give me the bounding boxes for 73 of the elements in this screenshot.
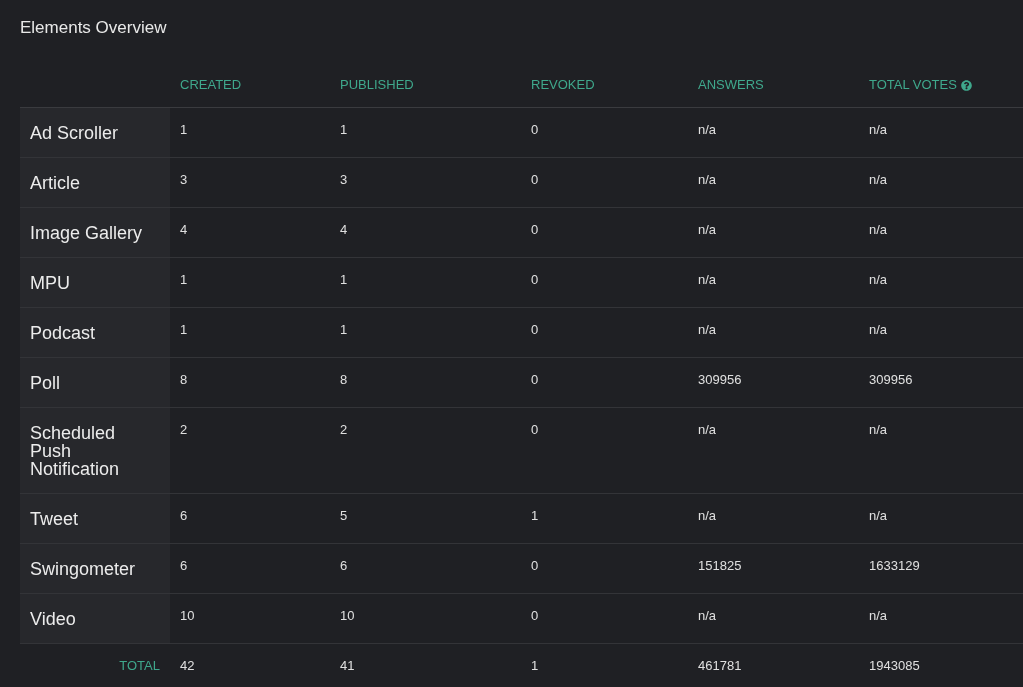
page-title: Elements Overview	[20, 17, 168, 39]
row-label: Article	[20, 157, 170, 208]
total-cell: 1	[521, 643, 688, 687]
table-cell: 8	[170, 357, 330, 408]
table-cell: n/a	[859, 593, 1023, 644]
table-cell: 2	[330, 407, 521, 494]
table-cell: 4	[170, 207, 330, 258]
table-cell: 1	[330, 307, 521, 358]
table-cell: n/a	[859, 407, 1023, 494]
table-cell: 0	[521, 407, 688, 494]
table-cell: n/a	[859, 307, 1023, 358]
table-cell: 0	[521, 593, 688, 644]
row-label: MPU	[20, 257, 170, 308]
table-cell: 0	[521, 357, 688, 408]
table-cell: n/a	[688, 207, 859, 258]
column-header: ANSWERS	[688, 76, 859, 108]
table-cell: n/a	[859, 107, 1023, 158]
table-cell: 309956	[688, 357, 859, 408]
table-cell: n/a	[688, 257, 859, 308]
row-label: Ad Scroller	[20, 107, 170, 158]
table-cell: n/a	[859, 493, 1023, 544]
row-label: Scheduled Push Notification	[20, 407, 170, 494]
row-label: Podcast	[20, 307, 170, 358]
table-cell: 6	[170, 493, 330, 544]
table-cell: n/a	[859, 157, 1023, 208]
table-cell: 5	[330, 493, 521, 544]
table-cell: 0	[521, 207, 688, 258]
total-cell: 1943085	[859, 643, 1023, 687]
total-cell: 42	[170, 643, 330, 687]
column-header: PUBLISHED	[330, 76, 521, 108]
table-cell: 0	[521, 257, 688, 308]
table-cell: 10	[330, 593, 521, 644]
table-cell: 1	[170, 257, 330, 308]
total-label: TOTAL	[20, 643, 170, 687]
table-cell: 1	[521, 493, 688, 544]
table-cell: n/a	[688, 107, 859, 158]
table-cell: 3	[170, 157, 330, 208]
table-cell: 8	[330, 357, 521, 408]
help-icon[interactable]	[960, 79, 972, 91]
table-cell: n/a	[859, 257, 1023, 308]
total-cell: 41	[330, 643, 521, 687]
row-label: Swingometer	[20, 543, 170, 594]
table-cell: 151825	[688, 543, 859, 594]
table-cell: 309956	[859, 357, 1023, 408]
table-cell: n/a	[688, 493, 859, 544]
table-cell: 3	[330, 157, 521, 208]
table-cell: 6	[170, 543, 330, 594]
table-cell: 0	[521, 307, 688, 358]
table-cell: 0	[521, 543, 688, 594]
table-cell: n/a	[688, 593, 859, 644]
column-header: TOTAL VOTES	[859, 76, 1023, 108]
table-cell: 1633129	[859, 543, 1023, 594]
table-cell: n/a	[859, 207, 1023, 258]
table-cell: n/a	[688, 307, 859, 358]
table-cell: 0	[521, 157, 688, 208]
table-cell: 1	[330, 107, 521, 158]
table-cell: 2	[170, 407, 330, 494]
table-cell: 4	[330, 207, 521, 258]
table-cell: n/a	[688, 407, 859, 494]
table-cell: 1	[330, 257, 521, 308]
column-header: REVOKED	[521, 76, 688, 108]
table-cell: 10	[170, 593, 330, 644]
row-label: Poll	[20, 357, 170, 408]
total-cell: 461781	[688, 643, 859, 687]
table-cell: 1	[170, 107, 330, 158]
table-cell: 6	[330, 543, 521, 594]
table-cell: 1	[170, 307, 330, 358]
row-label: Tweet	[20, 493, 170, 544]
table-cell: n/a	[688, 157, 859, 208]
row-label: Video	[20, 593, 170, 644]
column-header: CREATED	[170, 76, 330, 108]
row-label: Image Gallery	[20, 207, 170, 258]
table-cell: 0	[521, 107, 688, 158]
